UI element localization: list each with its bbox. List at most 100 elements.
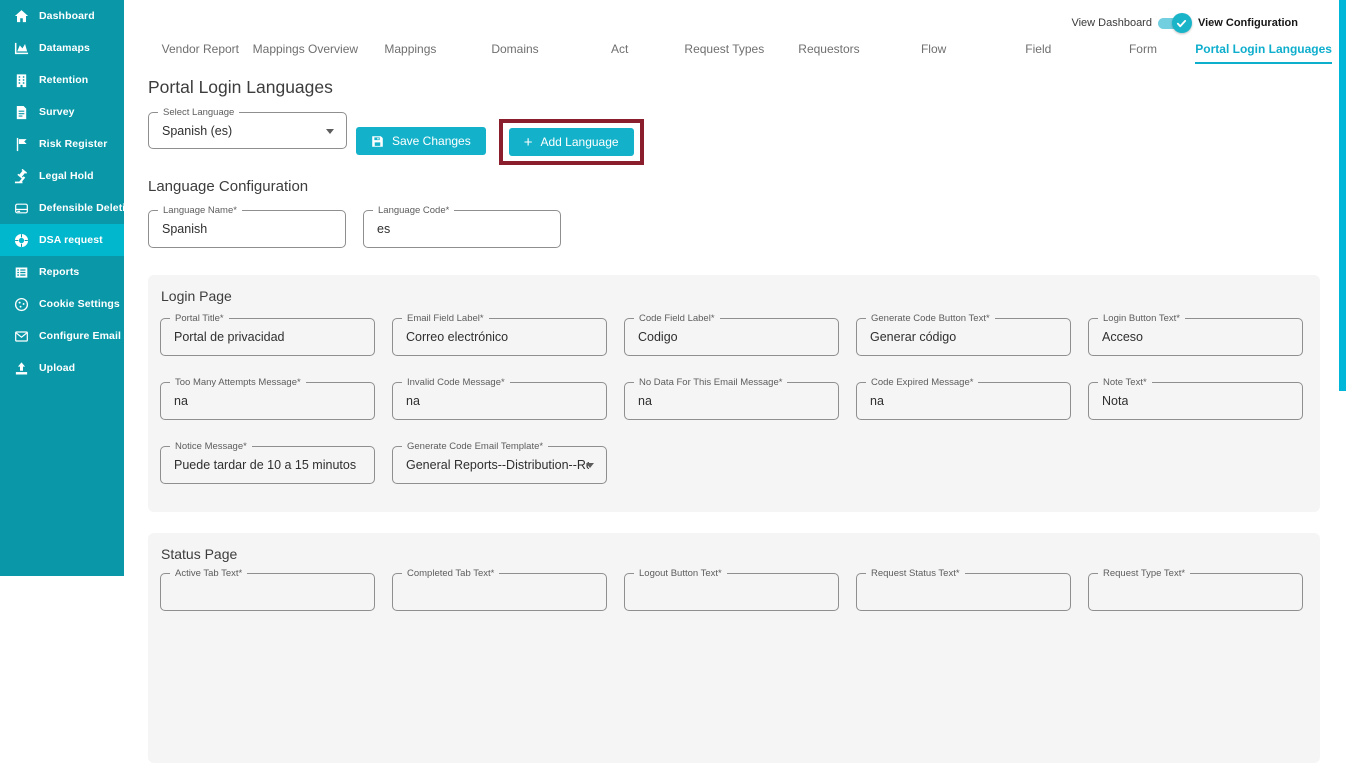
tab-request-types[interactable]: Request Types [672, 34, 777, 64]
tab-domains[interactable]: Domains [463, 34, 568, 64]
status-page-title: Status Page [161, 546, 237, 562]
code-field-label-field[interactable]: Code Field Label* Codigo [624, 318, 839, 356]
field-label: Invalid Code Message* [402, 376, 510, 389]
request-type-text-field[interactable]: Request Type Text* [1088, 573, 1303, 611]
save-icon [371, 135, 384, 148]
tab-form[interactable]: Form [1091, 34, 1196, 64]
sidebar-item-retention[interactable]: Retention [0, 64, 124, 96]
request-status-text-field[interactable]: Request Status Text* [856, 573, 1071, 611]
sidebar-item-cookie-settings[interactable]: Cookie Settings [0, 288, 124, 320]
note-text-field[interactable]: Note Text* Nota [1088, 382, 1303, 420]
language-configuration-title: Language Configuration [148, 178, 308, 195]
chart-icon [13, 40, 29, 56]
check-icon [1172, 13, 1192, 33]
sidebar-item-configure-email[interactable]: Configure Email [0, 320, 124, 352]
sidebar-item-label: Datamaps [39, 42, 90, 54]
notice-message-field[interactable]: Notice Message* Puede tardar de 10 a 15 … [160, 446, 375, 484]
field-label: Login Button Text* [1098, 312, 1185, 325]
field-value: na [638, 394, 652, 408]
completed-tab-text-field[interactable]: Completed Tab Text* [392, 573, 607, 611]
sidebar-item-datamaps[interactable]: Datamaps [0, 32, 124, 64]
too-many-attempts-message-field[interactable]: Too Many Attempts Message* na [160, 382, 375, 420]
tab-portal-login-languages[interactable]: Portal Login Languages [1195, 34, 1332, 64]
field-label: Logout Button Text* [634, 567, 727, 580]
tab-mappings[interactable]: Mappings [358, 34, 463, 64]
field-label: Generate Code Email Template* [402, 440, 548, 453]
invalid-code-message-field[interactable]: Invalid Code Message* na [392, 382, 607, 420]
logout-button-text-field[interactable]: Logout Button Text* [624, 573, 839, 611]
sidebar-item-dsa-request[interactable]: DSA request [0, 224, 124, 256]
tab-act[interactable]: Act [567, 34, 672, 64]
list-icon [13, 264, 29, 280]
field-value: Correo electrónico [406, 330, 508, 344]
code-expired-message-field[interactable]: Code Expired Message* na [856, 382, 1071, 420]
sidebar-item-label: Reports [39, 266, 79, 278]
generate-code-button-text-field[interactable]: Generate Code Button Text* Generar códig… [856, 318, 1071, 356]
email-field-label-field[interactable]: Email Field Label* Correo electrónico [392, 318, 607, 356]
field-value: Puede tardar de 10 a 15 minutos en que s… [174, 458, 357, 472]
plus-icon: + [524, 135, 533, 150]
cookie-icon [13, 296, 29, 312]
language-name-field[interactable]: Language Name* Spanish [148, 210, 346, 248]
portal-title-field[interactable]: Portal Title* Portal de privacidad [160, 318, 375, 356]
field-value: General Reports--Distribution--Report [406, 458, 589, 472]
field-value: Codigo [638, 330, 678, 344]
field-value: Generar código [870, 330, 956, 344]
sidebar-item-dashboard[interactable]: Dashboard [0, 0, 124, 32]
sidebar-item-risk-register[interactable]: Risk Register [0, 128, 124, 160]
sidebar-item-survey[interactable]: Survey [0, 96, 124, 128]
main-content: View Dashboard View Configuration Vendor… [124, 0, 1346, 576]
sidebar-item-legal-hold[interactable]: Legal Hold [0, 160, 124, 192]
view-dashboard-label: View Dashboard [1071, 17, 1152, 29]
field-value: Portal de privacidad [174, 330, 284, 344]
add-language-button[interactable]: + Add Language [509, 128, 634, 156]
select-language-dropdown[interactable]: Select Language Spanish (es) [148, 112, 347, 149]
envelope-icon [13, 328, 29, 344]
tab-requestors[interactable]: Requestors [777, 34, 882, 64]
upload-icon [13, 360, 29, 376]
sidebar-item-label: Survey [39, 106, 75, 118]
field-value: Spanish [162, 222, 207, 236]
save-button-label: Save Changes [392, 134, 471, 148]
no-data-email-message-field[interactable]: No Data For This Email Message* na [624, 382, 839, 420]
building-icon [13, 72, 29, 88]
field-label: Code Expired Message* [866, 376, 978, 389]
field-label: Request Status Text* [866, 567, 965, 580]
save-changes-button[interactable]: Save Changes [356, 127, 486, 155]
active-tab-text-field[interactable]: Active Tab Text* [160, 573, 375, 611]
home-icon [13, 8, 29, 24]
sidebar-item-label: DSA request [39, 234, 103, 246]
tab-field[interactable]: Field [986, 34, 1091, 64]
field-label: Email Field Label* [402, 312, 489, 325]
view-mode-toggle[interactable] [1158, 13, 1192, 33]
field-label: Language Name* [158, 204, 242, 217]
field-label: Too Many Attempts Message* [170, 376, 306, 389]
field-value: Spanish (es) [162, 124, 232, 138]
login-button-text-field[interactable]: Login Button Text* Acceso [1088, 318, 1303, 356]
field-label: No Data For This Email Message* [634, 376, 787, 389]
tab-mappings-overview[interactable]: Mappings Overview [253, 34, 358, 64]
sidebar-item-label: Retention [39, 74, 88, 86]
field-value: na [174, 394, 188, 408]
field-label: Note Text* [1098, 376, 1152, 389]
field-label: Select Language [158, 106, 239, 119]
language-code-field[interactable]: Language Code* es [363, 210, 561, 248]
tab-flow[interactable]: Flow [881, 34, 986, 64]
login-page-card: Login Page Portal Title* Portal de priva… [148, 275, 1320, 512]
field-label: Code Field Label* [634, 312, 720, 325]
gavel-icon [13, 168, 29, 184]
vertical-scrollbar[interactable] [1339, 0, 1346, 391]
field-value: Acceso [1102, 330, 1143, 344]
generate-code-email-template-dropdown[interactable]: Generate Code Email Template* General Re… [392, 446, 607, 484]
tab-vendor-report[interactable]: Vendor Report [148, 34, 253, 64]
sidebar: Dashboard Datamaps Retention Survey Risk… [0, 0, 124, 576]
field-value: Nota [1102, 394, 1128, 408]
document-icon [13, 104, 29, 120]
sidebar-item-label: Cookie Settings [39, 298, 120, 310]
status-page-card: Status Page Active Tab Text* Completed T… [148, 533, 1320, 763]
sidebar-item-upload[interactable]: Upload [0, 352, 124, 384]
sidebar-item-defensible-deletion[interactable]: Defensible Deletion [0, 192, 124, 224]
view-mode-switcher: View Dashboard View Configuration [1071, 13, 1298, 33]
sidebar-item-label: Upload [39, 362, 75, 374]
sidebar-item-reports[interactable]: Reports [0, 256, 124, 288]
